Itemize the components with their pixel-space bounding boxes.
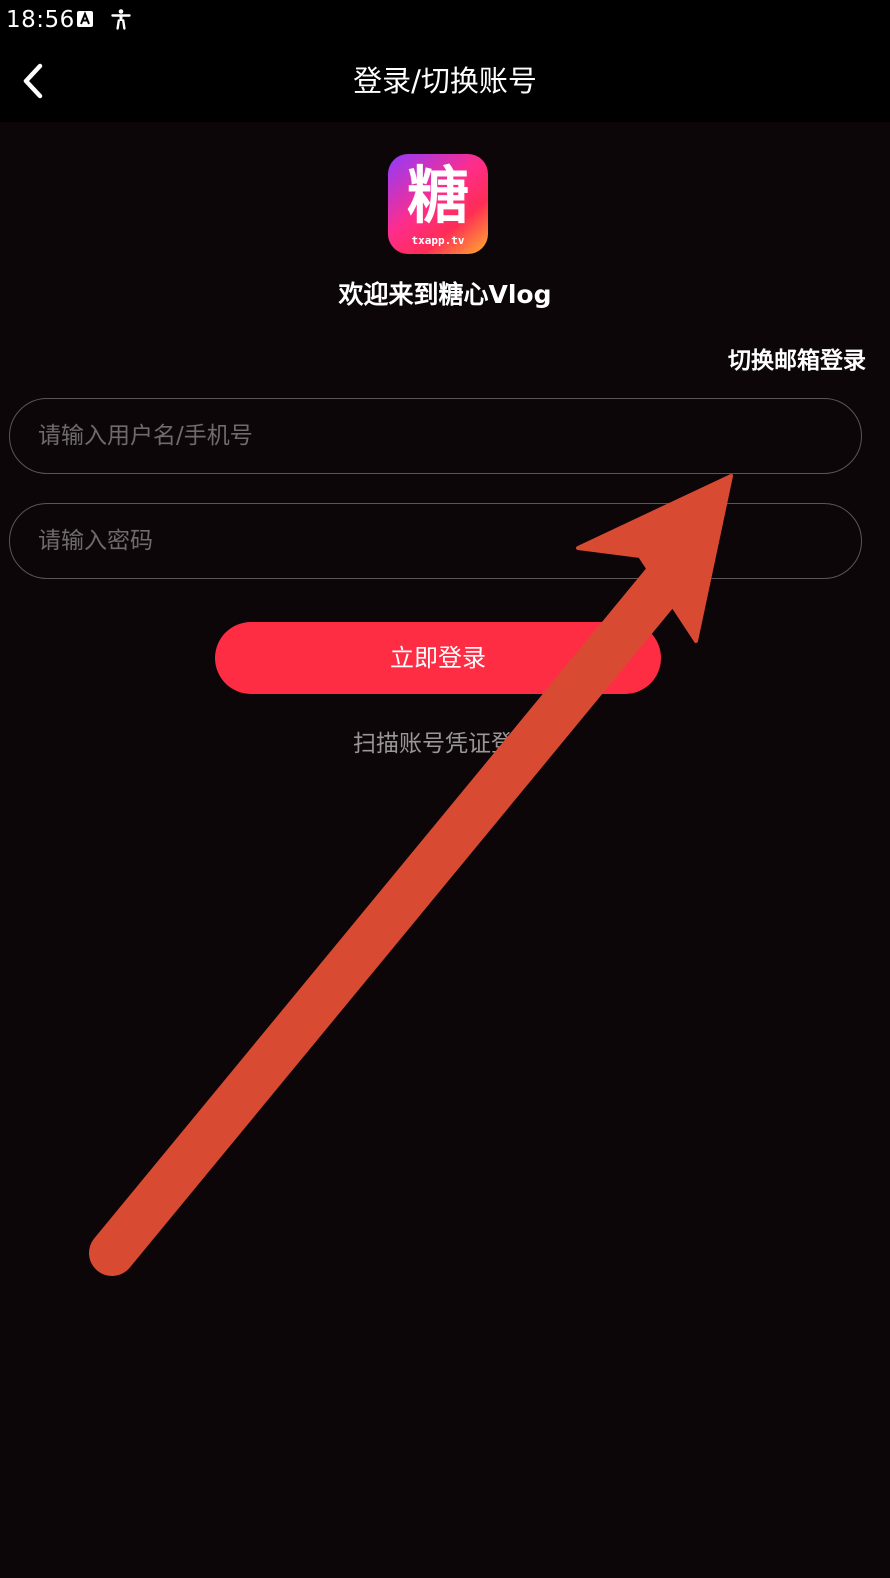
accessibility-icon: [111, 9, 131, 30]
password-field[interactable]: [9, 503, 862, 579]
logo-subtitle: txapp.tv: [411, 234, 465, 247]
app-logo: 糖 txapp.tv: [388, 154, 488, 254]
username-input[interactable]: [38, 399, 828, 472]
a-badge-icon: [77, 11, 93, 27]
back-button[interactable]: [8, 54, 58, 108]
app-header: 登录/切换账号: [0, 40, 890, 122]
status-bar: 18:56: [0, 0, 890, 40]
status-time: 18:56: [6, 7, 75, 33]
username-field[interactable]: [9, 398, 862, 474]
switch-email-login-link[interactable]: 切换邮箱登录: [728, 346, 866, 376]
password-input[interactable]: [38, 504, 828, 577]
chevron-left-icon: [23, 63, 43, 99]
welcome-text: 欢迎来到糖心Vlog: [338, 280, 552, 309]
page-title: 登录/切换账号: [353, 64, 537, 98]
scan-credential-login-link[interactable]: 扫描账号凭证登录: [0, 728, 890, 760]
logo-char: 糖: [406, 159, 469, 232]
login-button[interactable]: 立即登录: [215, 622, 661, 694]
